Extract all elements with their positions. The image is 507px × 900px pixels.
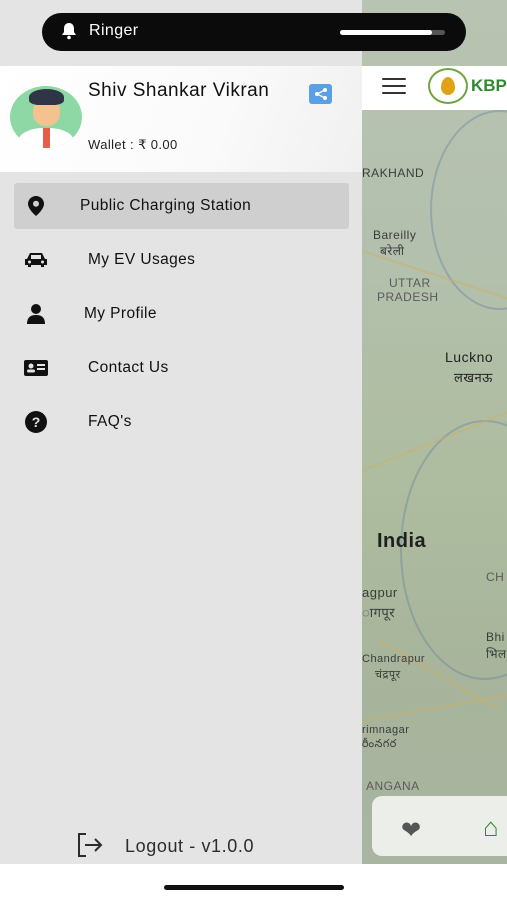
logout-button[interactable]: Logout - v1.0.0 [125,836,254,857]
menu-item-label: My EV Usages [88,251,196,268]
contact-card-icon [24,357,48,379]
avatar[interactable] [10,86,82,148]
menu-item-public-charging-station[interactable]: Public Charging Station [14,183,349,229]
map-label: बरेली [380,244,405,258]
svg-text:?: ? [32,414,41,430]
hamburger-menu-icon[interactable] [382,78,406,96]
brand-logo [428,68,468,104]
menu-item-contact-us[interactable]: Contact Us [14,345,349,391]
map-label: India [377,530,427,552]
map-label: PRADESH [377,290,439,304]
home-indicator[interactable] [164,885,344,890]
map-label: ागपूर [362,605,396,620]
menu-item-faqs[interactable]: ? FAQ's [14,399,349,445]
logout-icon[interactable] [76,832,104,858]
question-circle-icon: ? [24,411,48,433]
map-road [361,693,507,722]
share-icon[interactable] [309,84,332,104]
car-icon [24,249,48,271]
map-label: Bareilly [373,228,417,242]
map-label: चंद्रपूर [375,669,401,681]
map-label: लखनऊ [454,370,493,385]
map-label: UTTAR [389,276,431,290]
menu-item-label: Contact Us [88,359,169,376]
map-label: rimnagar [362,724,410,736]
brand-logo-text: KBP [471,76,507,95]
menu-item-label: My Profile [84,305,157,322]
bell-icon [60,22,78,45]
map-label: भिल [486,647,507,661]
map-label: CH [486,570,505,584]
menu-item-label: Public Charging Station [80,197,252,214]
map-label: ANGANA [366,779,420,793]
menu-item-my-ev-usages[interactable]: My EV Usages [14,237,349,283]
map-river [430,110,507,310]
user-icon [24,303,48,325]
menu-item-my-profile[interactable]: My Profile [14,291,349,337]
map-label: Bhi [486,630,505,644]
heart-icon[interactable]: ❤ [401,816,421,845]
map-label: Luckno [445,349,494,365]
fuel-drop-icon [441,77,455,95]
volume-level [340,30,432,35]
map-label: RAKHAND [362,166,425,180]
map-label: Chandrapur [362,653,426,665]
ringer-label: Ringer [89,22,139,39]
map-label: agpur [362,585,398,600]
menu-item-label: FAQ's [88,413,132,430]
map-pin-icon [24,195,48,217]
wallet-balance: Wallet : ₹ 0.00 [88,137,178,152]
map-label: రీంనగర [362,738,397,750]
profile-name: Shiv Shankar Vikran [88,80,270,101]
home-icon[interactable]: ⌂ [483,812,499,843]
